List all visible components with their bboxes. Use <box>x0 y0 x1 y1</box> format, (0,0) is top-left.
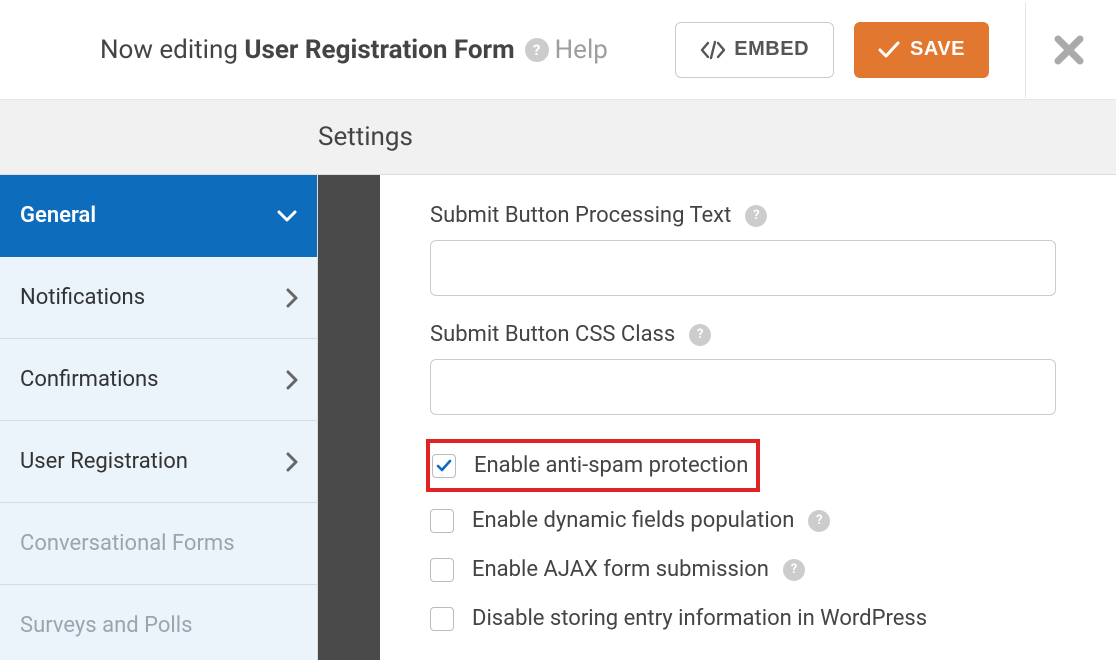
chevron-right-icon <box>285 450 299 474</box>
sidebar-item-general[interactable]: General <box>0 175 317 257</box>
embed-button[interactable]: EMBED <box>675 22 834 78</box>
divider <box>1025 2 1026 98</box>
field-label: Submit Button Processing Text? <box>430 203 1056 228</box>
chevron-down-icon <box>275 209 299 223</box>
chevron-right-icon <box>285 286 299 310</box>
checkbox-label: Disable storing entry information in Wor… <box>472 606 927 631</box>
checkbox[interactable] <box>430 509 454 533</box>
settings-heading-strip: Settings <box>0 100 1116 175</box>
checkbox-list: Enable anti-spam protection Enable dynami… <box>430 441 1056 631</box>
checkbox-row: Enable AJAX form submission? <box>430 557 1056 582</box>
checkbox-label: Enable anti-spam protection <box>474 453 748 478</box>
help-icon[interactable]: ? <box>808 510 830 532</box>
dark-gutter <box>318 175 380 660</box>
sidebar-item-confirmations[interactable]: Confirmations <box>0 339 317 421</box>
sidebar-item-label: General <box>20 203 96 228</box>
sidebar-item-label: Confirmations <box>20 367 159 392</box>
help-icon[interactable]: ? <box>689 324 711 346</box>
save-button[interactable]: SAVE <box>854 22 989 78</box>
field-row: Submit Button Processing Text? <box>430 203 1056 296</box>
checkbox-row: Enable dynamic fields population? <box>430 508 1056 533</box>
topbar: Now editing User Registration Form ? Hel… <box>0 0 1116 100</box>
sidebar-item-surveys-and-polls: Surveys and Polls <box>0 585 317 660</box>
help-label: Help <box>555 35 608 65</box>
checkbox[interactable] <box>430 607 454 631</box>
close-button[interactable] <box>1054 35 1084 65</box>
sidebar-item-label: Notifications <box>20 285 145 310</box>
checkbox[interactable] <box>430 558 454 582</box>
save-label: SAVE <box>910 38 965 61</box>
close-icon <box>1054 35 1084 65</box>
settings-heading: Settings <box>318 122 413 152</box>
help-icon[interactable]: ? <box>745 205 767 227</box>
field-row: Submit Button CSS Class? <box>430 322 1056 415</box>
checkbox-row: Disable storing entry information in Wor… <box>430 606 1056 631</box>
sidebar-item-label: Conversational Forms <box>20 531 235 556</box>
checkbox-label: Enable AJAX form submission <box>472 557 769 582</box>
sidebar-item-notifications[interactable]: Notifications <box>0 257 317 339</box>
text-input[interactable] <box>430 240 1056 296</box>
check-icon <box>878 41 900 59</box>
help-link[interactable]: ? Help <box>525 35 608 65</box>
sidebar-item-label: User Registration <box>20 449 188 474</box>
help-icon: ? <box>525 38 549 62</box>
checkbox-label: Enable dynamic fields population <box>472 508 794 533</box>
sidebar-item-user-registration[interactable]: User Registration <box>0 421 317 503</box>
field-label-text: Submit Button Processing Text <box>430 203 731 228</box>
editing-label: Now editing User Registration Form <box>100 35 515 65</box>
code-icon <box>700 40 726 60</box>
help-icon[interactable]: ? <box>783 559 805 581</box>
chevron-right-icon <box>285 368 299 392</box>
embed-label: EMBED <box>734 38 809 61</box>
field-label: Submit Button CSS Class? <box>430 322 1056 347</box>
main-area: General Notifications Confirmations User Re… <box>0 175 1116 660</box>
sidebar-item-label: Surveys and Polls <box>20 613 192 638</box>
form-name: User Registration Form <box>244 35 514 65</box>
checkbox-row: Enable anti-spam protection <box>428 441 758 490</box>
settings-content: Submit Button Processing Text?Submit But… <box>380 175 1116 660</box>
sidebar-item-conversational-forms: Conversational Forms <box>0 503 317 585</box>
editing-prefix: Now editing <box>100 35 244 65</box>
settings-sidebar: General Notifications Confirmations User Re… <box>0 175 318 660</box>
checkbox[interactable] <box>432 454 456 478</box>
field-label-text: Submit Button CSS Class <box>430 322 675 347</box>
text-input[interactable] <box>430 359 1056 415</box>
